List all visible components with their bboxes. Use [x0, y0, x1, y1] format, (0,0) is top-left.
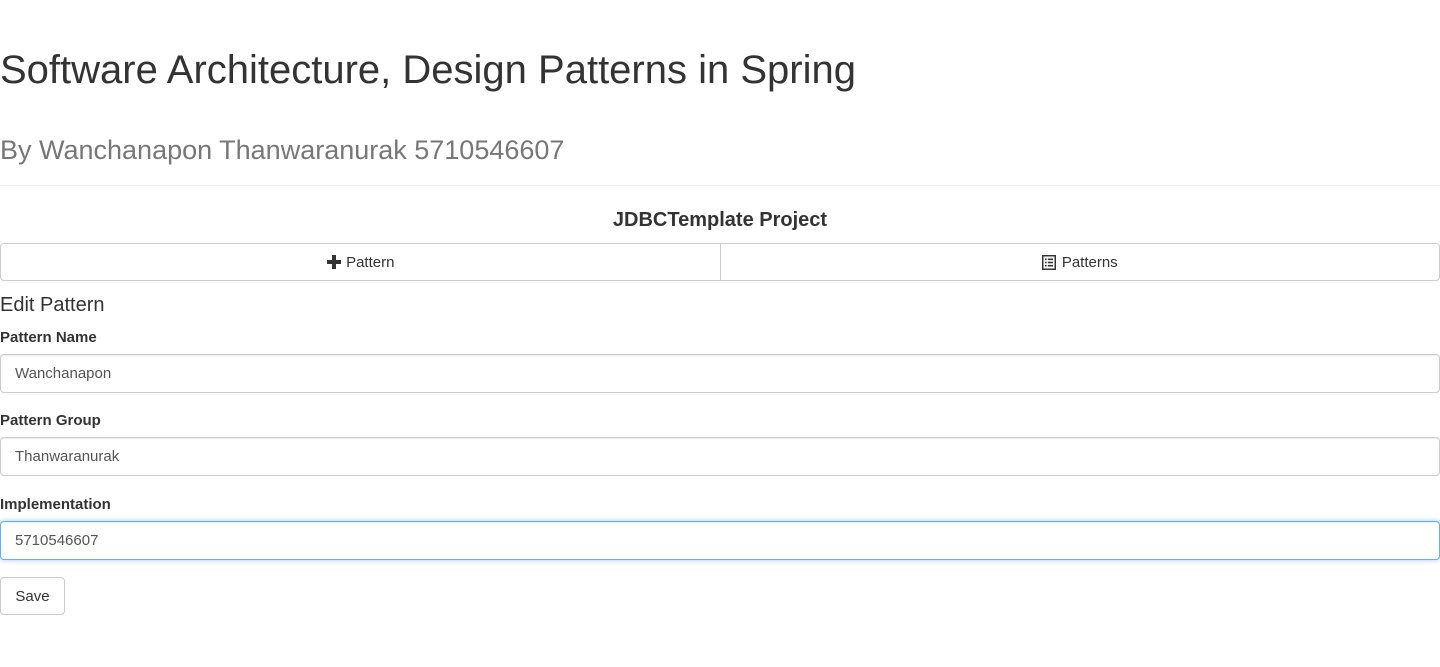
implementation-input[interactable] [0, 521, 1440, 560]
form-heading: Edit Pattern [0, 294, 105, 316]
pattern-group-input[interactable] [0, 437, 1440, 476]
nav-button-group: Pattern Patterns [0, 243, 1440, 281]
page-title: Software Architecture, Design Patterns i… [0, 48, 856, 92]
page-subtitle: By Wanchanapon Thanwaranurak 5710546607 [0, 135, 565, 165]
page: Software Architecture, Design Patterns i… [0, 0, 1440, 667]
add-pattern-label: Pattern [346, 253, 395, 271]
list-alt-icon [1042, 254, 1057, 270]
header-divider [0, 185, 1440, 186]
pattern-group-label: Pattern Group [0, 412, 101, 429]
patterns-button[interactable]: Patterns [719, 243, 1440, 281]
project-title: JDBCTemplate Project [612, 209, 828, 231]
plus-icon [326, 255, 341, 270]
pattern-name-label: Pattern Name [0, 329, 97, 346]
add-pattern-button[interactable]: Pattern [0, 243, 721, 281]
implementation-label: Implementation [0, 496, 111, 513]
patterns-label: Patterns [1061, 253, 1118, 271]
save-button[interactable]: Save [0, 577, 65, 615]
pattern-name-input[interactable] [0, 354, 1440, 393]
